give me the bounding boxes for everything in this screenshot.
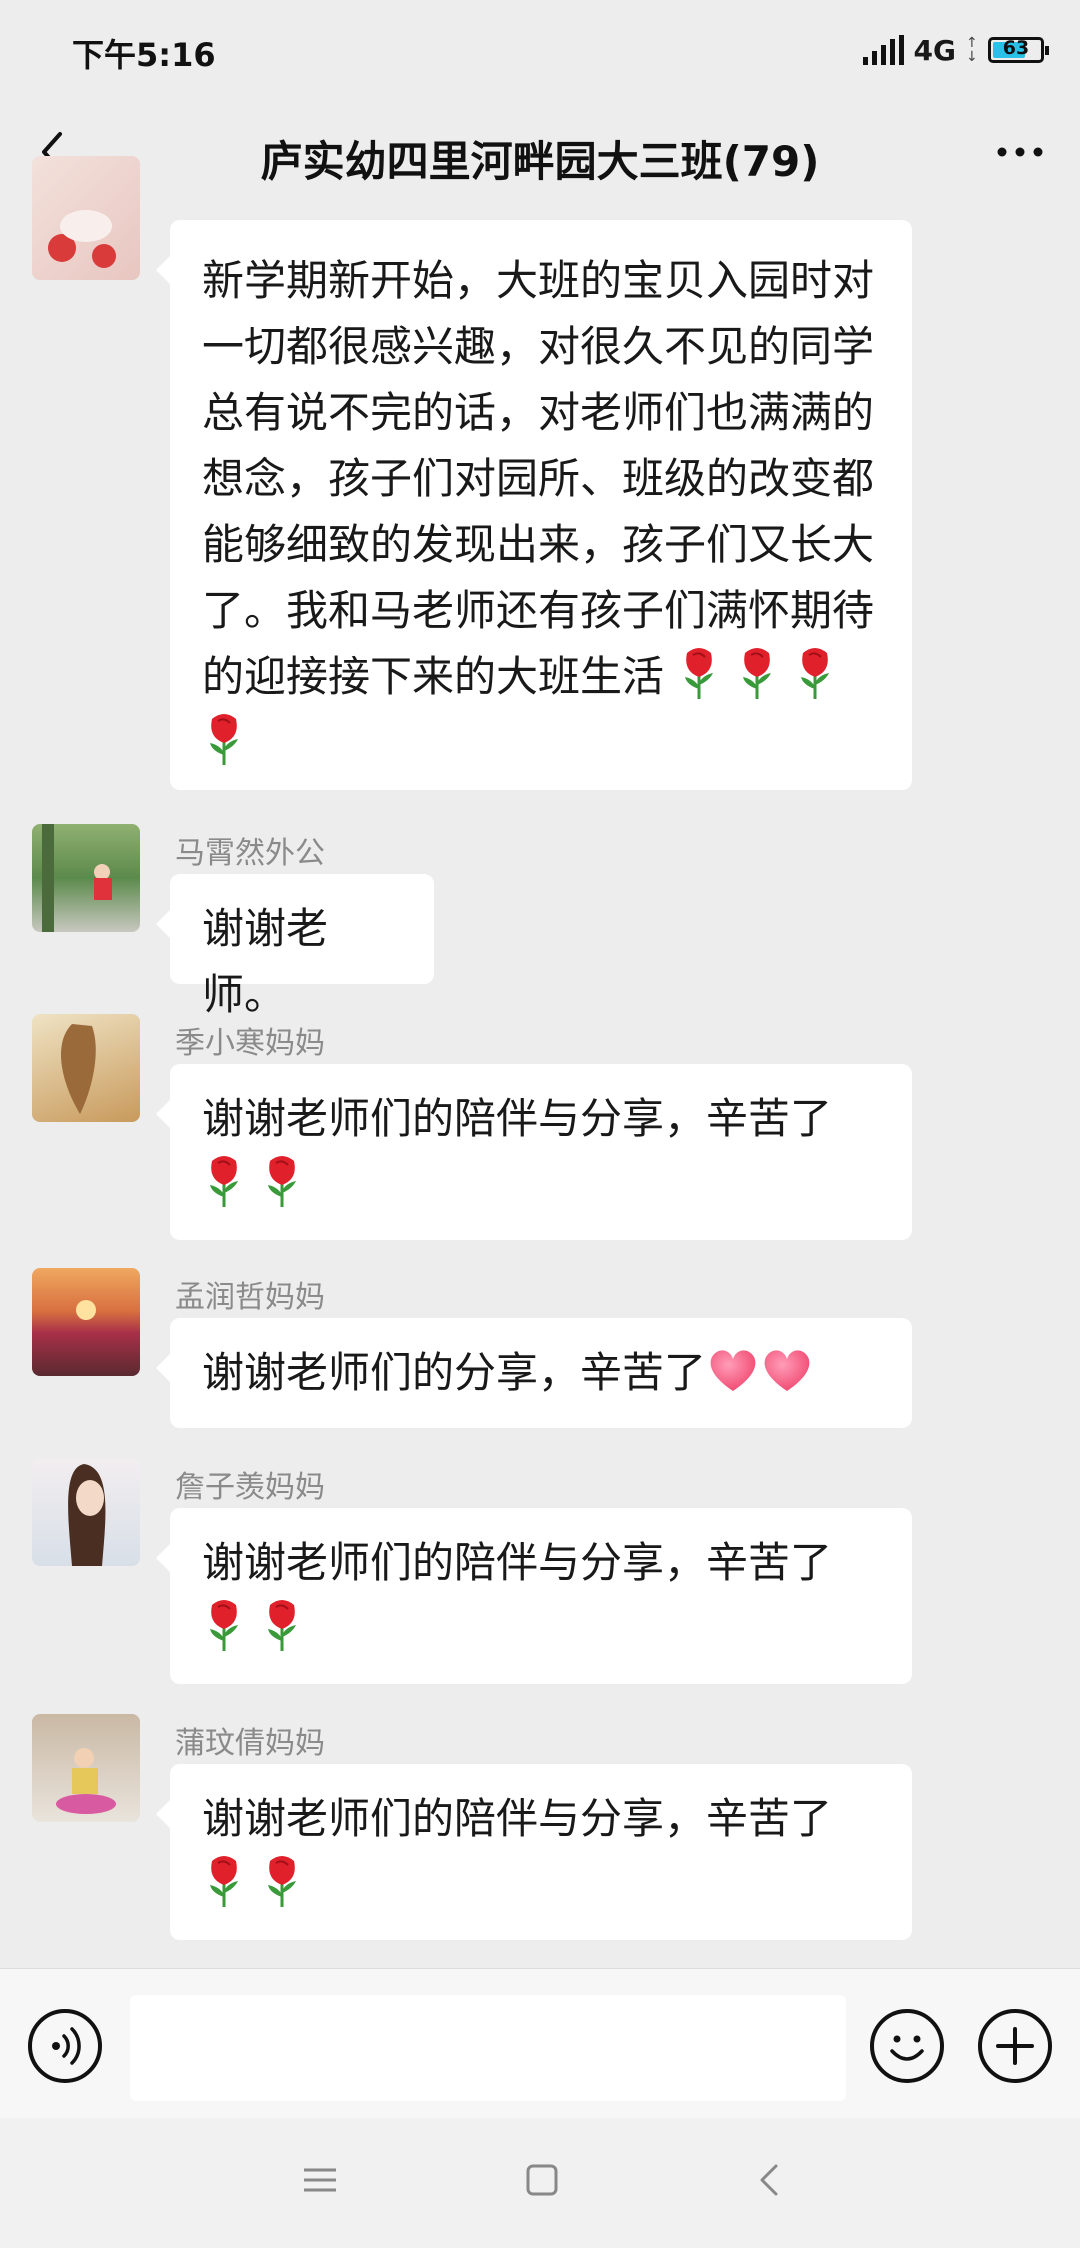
plus-icon — [996, 2027, 1034, 2065]
message-text: 新学期新开始，大班的宝贝入园时对一切都很感兴趣，对很久不见的同学总有说不完的话，… — [202, 256, 875, 701]
more-button[interactable] — [990, 122, 1050, 182]
message-item: 新学期新开始，大班的宝贝入园时对一切都很感兴趣，对很久不见的同学总有说不完的话，… — [0, 156, 1080, 798]
message-item: 马霄然外公 谢谢老师。 — [0, 822, 1080, 1019]
avatar-image — [68, 1464, 106, 1566]
message-text: 谢谢老师们的分享，辛苦了 — [202, 1348, 707, 1397]
rose-emoji — [677, 645, 721, 701]
rose-emoji — [260, 1153, 304, 1209]
rose-emoji-group — [202, 1600, 318, 1653]
input-bar — [0, 1968, 1080, 2119]
network-type: 4G — [913, 33, 956, 67]
sender-name: 孟润哲妈妈 — [175, 1280, 325, 1315]
heart-emoji — [760, 1345, 814, 1395]
heart-emoji — [706, 1345, 760, 1395]
avatar[interactable] — [32, 156, 140, 280]
rose-emoji — [202, 711, 246, 767]
avatar[interactable] — [32, 824, 140, 932]
back-icon[interactable] — [750, 2160, 790, 2200]
chat-title[interactable]: 庐实幼四里河畔园大三班(79) — [0, 128, 1080, 189]
chat-header: 庐实幼四里河畔园大三班(79) — [0, 100, 1080, 208]
message-bubble[interactable]: 谢谢老师们的陪伴与分享，辛苦了 — [156, 1508, 912, 1684]
battery-icon: 63 — [988, 37, 1049, 63]
signal-icon — [862, 35, 904, 65]
message-text: 谢谢老师们的陪伴与分享，辛苦了 — [202, 1538, 833, 1587]
avatar[interactable] — [32, 1014, 140, 1122]
message-item: 詹子羡妈妈 谢谢老师们的陪伴与分享，辛苦了 — [0, 1456, 1080, 1696]
rose-emoji — [735, 645, 779, 701]
heart-emoji-group — [706, 1348, 814, 1397]
rose-emoji-group — [202, 1856, 318, 1909]
rose-emoji — [202, 1153, 246, 1209]
message-item: 蒲玟倩妈妈 谢谢老师们的陪伴与分享，辛苦了 — [0, 1712, 1080, 1952]
sender-name: 马霄然外公 — [175, 836, 325, 871]
emoji-button[interactable] — [870, 2009, 944, 2083]
sender-name: 詹子羡妈妈 — [175, 1470, 325, 1505]
message-text: 谢谢老师们的陪伴与分享，辛苦了 — [202, 1794, 833, 1843]
status-time: 下午5:16 — [72, 36, 216, 74]
system-navigation-bar — [0, 2118, 1080, 2248]
message-item: 孟润哲妈妈 谢谢老师们的分享，辛苦了 — [0, 1266, 1080, 1436]
voice-icon — [52, 2027, 81, 2065]
avatar-image — [60, 1024, 96, 1114]
rose-emoji — [793, 645, 837, 701]
message-item: 季小寒妈妈 谢谢老师们的陪伴与分享，辛苦了 — [0, 1012, 1080, 1252]
rose-emoji-group — [202, 1156, 318, 1209]
rose-emoji — [202, 1597, 246, 1653]
message-bubble[interactable]: 新学期新开始，大班的宝贝入园时对一切都很感兴趣，对很久不见的同学总有说不完的话，… — [156, 220, 912, 790]
avatar[interactable] — [32, 1458, 140, 1566]
status-indicators: 4G ↑ ↓ 63 — [862, 30, 1049, 70]
message-bubble[interactable]: 谢谢老师们的分享，辛苦了 — [156, 1318, 912, 1428]
avatar-image — [76, 1300, 96, 1320]
plus-button[interactable] — [978, 2009, 1052, 2083]
data-arrows-icon: ↑ ↓ — [966, 35, 978, 65]
message-input[interactable] — [130, 1995, 846, 2101]
more-dots-icon — [997, 147, 1043, 157]
battery-level: 63 — [1002, 37, 1030, 59]
avatar-image — [56, 1748, 116, 1814]
rose-emoji — [202, 1853, 246, 1909]
status-bar: 下午5:16 4G ↑ ↓ 63 — [0, 0, 1080, 100]
sender-name: 季小寒妈妈 — [175, 1026, 325, 1061]
avatar[interactable] — [32, 1268, 140, 1376]
message-bubble[interactable]: 谢谢老师们的陪伴与分享，辛苦了 — [156, 1064, 912, 1240]
message-text: 谢谢老师们的陪伴与分享，辛苦了 — [202, 1094, 833, 1143]
emoji-icon — [890, 2035, 924, 2061]
avatar-image — [42, 824, 112, 932]
avatar-image — [48, 210, 116, 268]
message-bubble[interactable]: 谢谢老师。 — [156, 874, 434, 1019]
rose-emoji — [260, 1597, 304, 1653]
message-bubble[interactable]: 谢谢老师们的陪伴与分享，辛苦了 — [156, 1764, 912, 1940]
message-text: 谢谢老师。 — [202, 904, 329, 1019]
avatar[interactable] — [32, 1714, 140, 1822]
voice-button[interactable] — [28, 2009, 102, 2083]
rose-emoji — [260, 1853, 304, 1909]
sender-name: 蒲玟倩妈妈 — [175, 1726, 325, 1761]
menu-icon[interactable] — [300, 2160, 340, 2200]
home-icon[interactable] — [522, 2160, 562, 2200]
